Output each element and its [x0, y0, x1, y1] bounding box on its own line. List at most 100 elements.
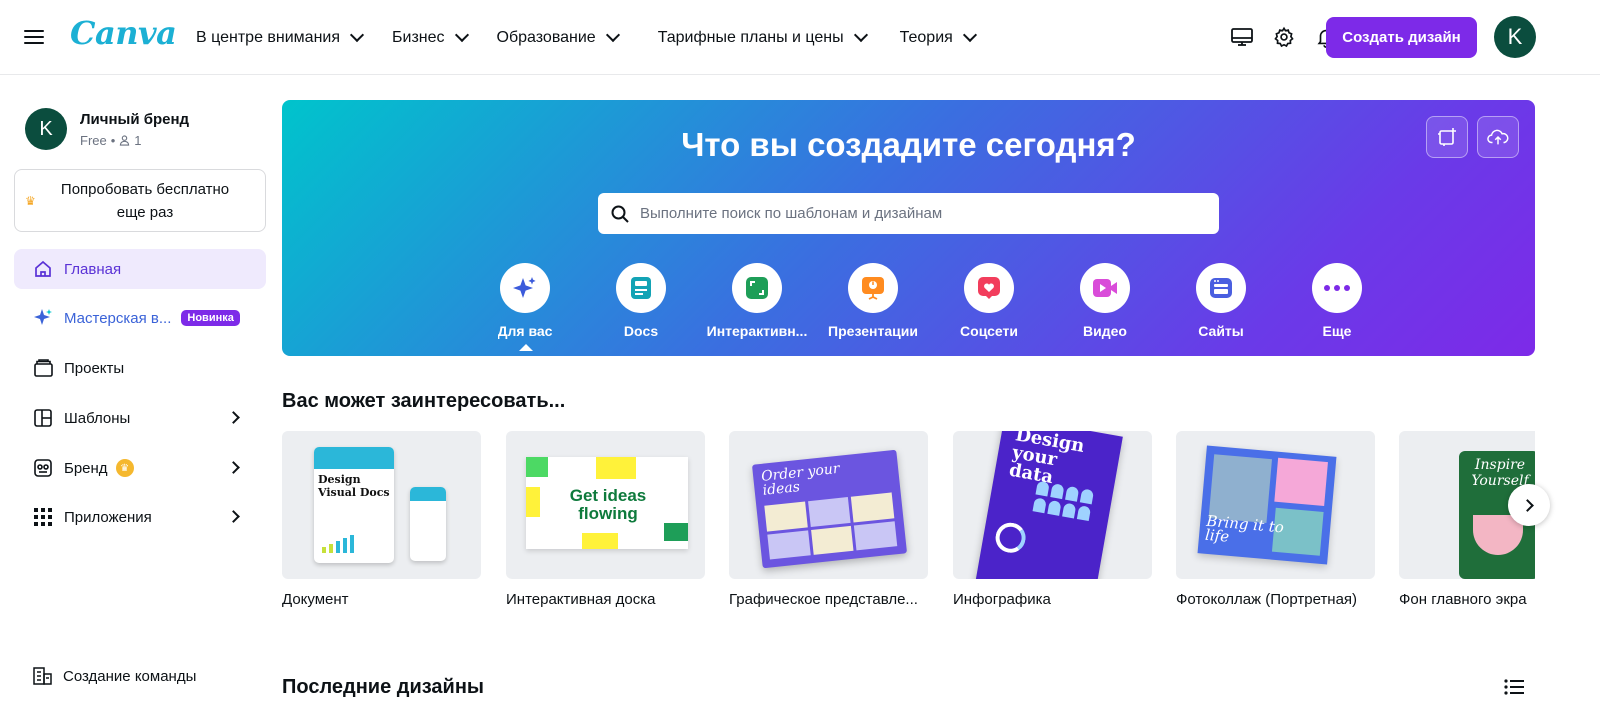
- avatar[interactable]: K: [1494, 16, 1536, 58]
- avatar: K: [25, 108, 67, 150]
- sidebar-item-label: Шаблоны: [64, 409, 131, 427]
- card-label: Интерактивная доска: [506, 591, 656, 608]
- nav-item-learn[interactable]: Теория: [900, 27, 977, 47]
- heart-icon: [978, 277, 1000, 299]
- card-thumbnail: Bring it to life: [1176, 431, 1375, 579]
- chevron-down-icon: [962, 27, 977, 43]
- category-websites[interactable]: Сайты: [1163, 263, 1279, 339]
- card-whiteboard[interactable]: Get ideas flowing Интерактивная доска: [506, 431, 705, 608]
- card-infographic[interactable]: Design your data Инфографика: [953, 431, 1152, 608]
- members-count: 1: [134, 132, 142, 148]
- category-for-you[interactable]: Для вас: [467, 263, 583, 351]
- more-icon: [1324, 285, 1350, 291]
- collage-sheet: Bring it to life: [1197, 445, 1337, 565]
- separator-dot: •: [110, 132, 116, 148]
- category-circle: [732, 263, 782, 313]
- apps-grid-icon: [32, 506, 54, 528]
- carousel-next-button[interactable]: [1508, 484, 1550, 526]
- nav-item-education[interactable]: Образование: [497, 27, 620, 47]
- category-circle: [964, 263, 1014, 313]
- nav-label: Тарифные планы и цены: [657, 28, 844, 46]
- sidebar-item-label: Проекты: [64, 359, 125, 377]
- organizer-cell: [851, 492, 895, 523]
- create-design-button[interactable]: Создать дизайн: [1326, 17, 1477, 58]
- card-document[interactable]: Design Visual Docs Документ: [282, 431, 481, 608]
- category-circle: [848, 263, 898, 313]
- category-video[interactable]: Видео: [1047, 263, 1163, 339]
- top-icons: [1230, 22, 1338, 52]
- card-thumbnail: Get ideas flowing: [506, 431, 705, 579]
- profile-meta: Free • 1: [80, 133, 189, 148]
- profile-switcher[interactable]: K Личный бренд Free • 1: [25, 108, 189, 150]
- desktop-app-icon[interactable]: [1230, 22, 1254, 52]
- organizer-cell: [767, 529, 811, 560]
- thumb-text: Design Visual Docs: [318, 473, 390, 499]
- suggestions-title: Вас может заинтересовать...: [282, 390, 566, 412]
- menu-icon[interactable]: [24, 26, 44, 48]
- sidebar-item-brand[interactable]: Бренд ♛: [14, 448, 266, 488]
- category-social-media[interactable]: Соцсети: [931, 263, 1047, 339]
- sidebar-item-projects[interactable]: Проекты: [14, 348, 266, 388]
- nav-item-pricing[interactable]: Тарифные планы и цены: [657, 27, 868, 47]
- whiteboard-sticky: [526, 457, 548, 477]
- custom-size-button[interactable]: [1426, 116, 1468, 158]
- card-label: Графическое представле...: [729, 591, 918, 608]
- profile-name: Личный бренд: [80, 110, 190, 128]
- person-figure: [1050, 483, 1065, 500]
- category-circle: [500, 263, 550, 313]
- try-free-again-button[interactable]: ♛ Попробовать бесплатно еще раз: [14, 169, 266, 232]
- video-icon: [1093, 279, 1117, 297]
- sidebar-item-apps[interactable]: Приложения: [14, 497, 266, 537]
- whiteboard-sticky: [596, 457, 636, 479]
- top-bar: Canva В центре внимания Бизнес Образован…: [0, 0, 1600, 75]
- search-input[interactable]: [640, 205, 1200, 222]
- person-figure: [1032, 497, 1047, 514]
- chevron-down-icon: [349, 27, 365, 43]
- main-nav: В центре внимания Бизнес Образование Тар…: [196, 0, 1005, 75]
- category-docs[interactable]: Docs: [583, 263, 699, 339]
- whiteboard-sticky: [526, 487, 540, 517]
- hero-banner: Что вы создадите сегодня? Для вас Docs: [282, 100, 1535, 356]
- website-icon: [1210, 278, 1232, 298]
- category-row: Для вас Docs Интерактивн... Презентации: [467, 263, 1395, 351]
- doc-mini-bar: [322, 547, 326, 553]
- thumb-text: Bring it to life: [1204, 511, 1285, 546]
- search-icon: [611, 205, 629, 223]
- hero-title: Что вы создадите сегодня?: [681, 126, 1136, 163]
- card-label: Фотоколлаж (Портретная): [1176, 591, 1358, 608]
- card-photo-collage[interactable]: Bring it to life Фотоколлаж (Портретная): [1176, 431, 1375, 608]
- category-presentations[interactable]: Презентации: [815, 263, 931, 339]
- gear-icon[interactable]: [1272, 22, 1296, 52]
- sidebar-item-magic-studio[interactable]: Мастерская в... Новинка: [14, 298, 266, 338]
- organizer-cell: [764, 501, 808, 532]
- chevron-right-icon: [1520, 498, 1534, 512]
- category-circle: [1080, 263, 1130, 313]
- new-badge: Новинка: [181, 310, 240, 326]
- category-more[interactable]: Еще: [1279, 263, 1395, 339]
- canva-logo[interactable]: Canva: [70, 14, 177, 52]
- nav-item-business[interactable]: Бизнес: [392, 27, 469, 47]
- create-team-button[interactable]: Создание команды: [32, 666, 196, 686]
- organizer-cell: [854, 520, 898, 551]
- search-bar: [598, 193, 1219, 234]
- card-graphic-organizer[interactable]: Order your ideas Графическое представле.…: [729, 431, 928, 608]
- category-circle: [1312, 263, 1362, 313]
- upload-button[interactable]: [1477, 116, 1519, 158]
- resize-icon: [1438, 128, 1456, 146]
- chevron-down-icon: [454, 27, 469, 43]
- nav-label: Бизнес: [392, 28, 445, 46]
- card-label: Инфографика: [953, 591, 1051, 608]
- sidebar-item-home[interactable]: Главная: [14, 249, 266, 289]
- card-thumbnail: Design Visual Docs: [282, 431, 481, 579]
- list-view-icon[interactable]: [1504, 678, 1524, 696]
- organizer-cell: [810, 525, 854, 555]
- template-icon: [32, 407, 54, 429]
- doc-mini-bar: [336, 541, 340, 553]
- nav-item-spotlight[interactable]: В центре внимания: [196, 27, 365, 47]
- category-whiteboard[interactable]: Интерактивн...: [699, 263, 815, 339]
- organizer-grid: [764, 492, 898, 560]
- doc-mini-bar: [329, 544, 333, 553]
- plan-label: Free: [80, 132, 107, 148]
- profile-info: Личный бренд Free • 1: [80, 111, 189, 148]
- sidebar-item-templates[interactable]: Шаблоны: [14, 398, 266, 438]
